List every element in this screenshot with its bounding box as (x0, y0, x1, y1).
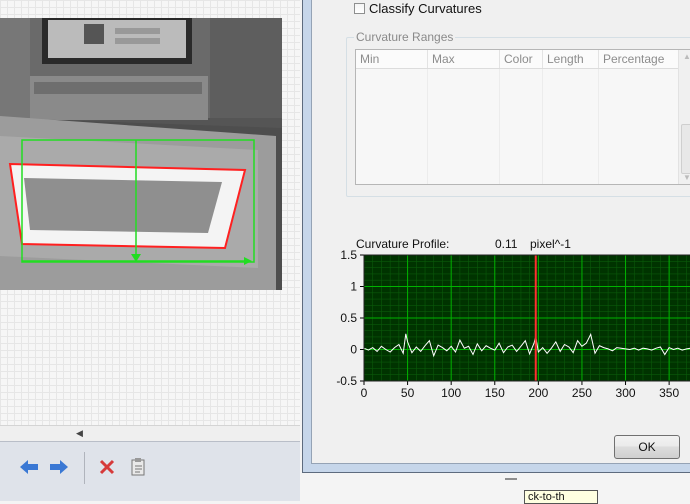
chart-y-tick-label: 0 (350, 343, 357, 357)
chart-x-tick-label: 300 (616, 386, 636, 400)
column-header-color[interactable]: Color (500, 50, 543, 68)
scroll-left-icon[interactable]: ◀ (76, 428, 83, 439)
table-column (599, 69, 681, 184)
table-column (500, 69, 543, 184)
curvature-ranges-title: Curvature Ranges (354, 30, 456, 44)
chart-x-tick-label: 350 (659, 386, 679, 400)
table-column (356, 69, 428, 184)
classify-curvatures-label: Classify Curvatures (369, 1, 482, 16)
arrow-left-icon[interactable] (18, 456, 40, 478)
classify-curvatures-checkbox[interactable]: Classify Curvatures (354, 1, 482, 16)
chart-x-tick-label: 150 (485, 386, 505, 400)
close-x-icon[interactable] (96, 456, 118, 478)
table-column (428, 69, 500, 184)
column-header-length[interactable]: Length (543, 50, 599, 68)
chart-y-tick-label: 1 (350, 280, 357, 294)
chart-y-tick-label: 1.5 (340, 249, 357, 262)
bottom-toolbar (0, 441, 300, 501)
column-header-percentage[interactable]: Percentage (599, 50, 681, 68)
table-body (356, 69, 690, 184)
horizontal-scrollbar[interactable]: ◀ (0, 425, 300, 442)
arrow-right-icon[interactable] (48, 456, 70, 478)
curvature-profile-chart[interactable]: 0 50 100 150 200 250 300 350 1.5 1 0.5 0 -0.5 (322, 249, 690, 409)
chart-x-tick-label: 0 (361, 386, 368, 400)
chart-x-tick-label: 50 (401, 386, 415, 400)
curvature-ranges-table[interactable]: Min Max Color Length Percentage ▲ ▼ (355, 49, 690, 185)
checkbox-box[interactable] (354, 3, 365, 14)
table-column (543, 69, 599, 184)
curvature-ranges-group: Curvature Ranges Min Max Color Length Pe… (346, 30, 690, 197)
dialog-client-area: Classify Curvatures Curvature Ranges Min… (311, 0, 690, 464)
scroll-thumb[interactable] (681, 124, 690, 174)
chart-x-tick-label: 200 (528, 386, 548, 400)
clipboard-icon[interactable] (128, 456, 150, 478)
toolbar-separator (84, 452, 85, 484)
column-header-max[interactable]: Max (428, 50, 500, 68)
table-vertical-scrollbar[interactable]: ▲ ▼ (678, 50, 690, 184)
column-header-min[interactable]: Min (356, 50, 428, 68)
scroll-down-icon[interactable]: ▼ (683, 173, 690, 182)
ok-button[interactable]: OK (614, 435, 680, 459)
resize-grip[interactable] (505, 478, 517, 480)
table-header: Min Max Color Length Percentage (356, 50, 690, 69)
chart-y-tick-label: -0.5 (336, 374, 357, 388)
camera-image[interactable] (0, 18, 282, 290)
chart-x-tick-label: 250 (572, 386, 592, 400)
chart-x-tick-label: 100 (441, 386, 461, 400)
chart-y-tick-label: 0.5 (340, 311, 357, 325)
scroll-up-icon[interactable]: ▲ (683, 52, 690, 61)
curvature-dialog: Classify Curvatures Curvature Ranges Min… (302, 0, 690, 473)
tooltip: ck-to-th (524, 490, 598, 504)
